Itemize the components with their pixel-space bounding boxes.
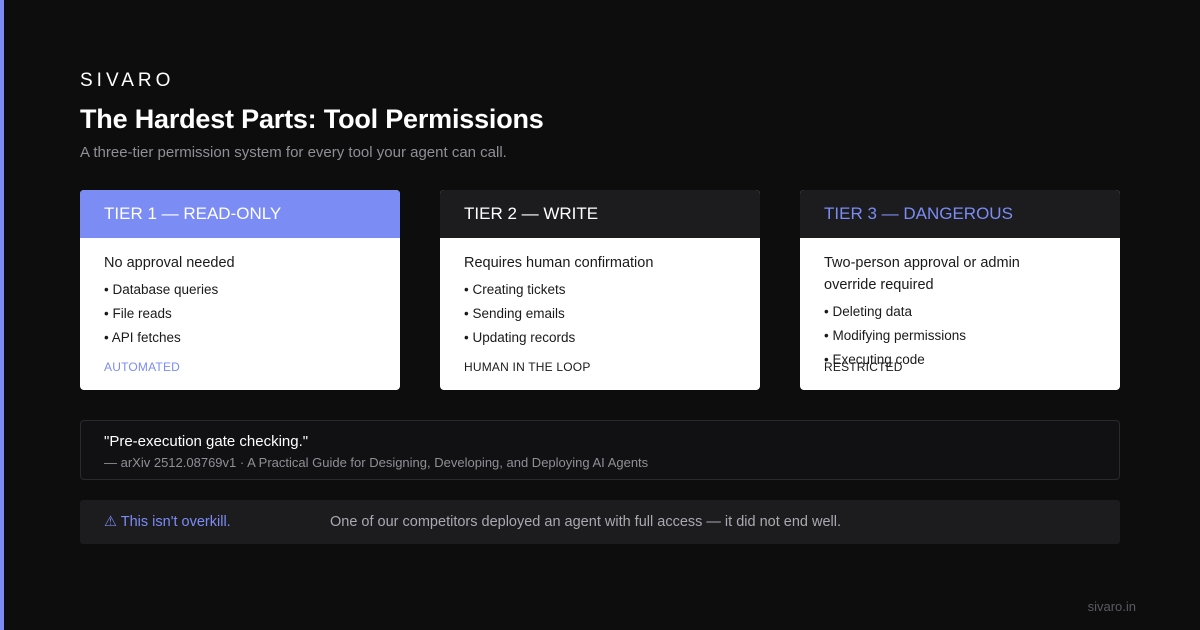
tier-1-requirement: No approval needed (104, 255, 235, 271)
warning-text: One of our competitors deployed an agent… (330, 514, 842, 530)
page-subtitle: A three-tier permission system for every… (80, 144, 507, 161)
footer-url: sivaro.in (1087, 599, 1136, 614)
tier-3-requirement: Two-person approval or admin override re… (824, 255, 1020, 293)
tier-1-heading: TIER 1 — READ-ONLY (80, 190, 400, 238)
tier-3-card: TIER 3 — DANGEROUS Two-person approval o… (800, 190, 1120, 390)
list-item: • Deleting data (824, 304, 913, 319)
list-item: • Database queries (104, 282, 219, 297)
list-item: • Creating tickets (464, 282, 566, 297)
tier-2-requirement: Requires human confirmation (464, 255, 654, 271)
list-item: • API fetches (104, 330, 181, 345)
list-item: • File reads (104, 306, 172, 321)
list-item: • Sending emails (464, 306, 565, 321)
quote-text: "Pre-execution gate checking." (104, 433, 309, 450)
tier-2-list: • Creating tickets • Sending emails • Up… (464, 278, 736, 350)
page-title: The Hardest Parts: Tool Permissions (80, 104, 544, 134)
list-item: • Updating records (464, 330, 576, 345)
brand-logo: SIVARO (80, 70, 175, 91)
quote-box: "Pre-execution gate checking." — arXiv 2… (80, 420, 1120, 480)
tier-3-heading: TIER 3 — DANGEROUS (800, 190, 1120, 238)
tier-2-card: TIER 2 — WRITE Requires human confirmati… (440, 190, 760, 390)
list-item: • Modifying permissions (824, 328, 967, 343)
accent-bar (0, 0, 4, 630)
tier-3-tag: RESTRICTED (824, 360, 903, 374)
tier-2-tag: HUMAN IN THE LOOP (464, 360, 591, 374)
warning-title: ⚠ This isn't overkill. (104, 514, 231, 530)
tier-1-list: • Database queries • File reads • API fe… (104, 278, 376, 350)
tier-1-tag: AUTOMATED (104, 360, 181, 374)
warning-callout: ⚠ This isn't overkill. One of our compet… (80, 500, 1120, 544)
quote-source: — arXiv 2512.08769v1 · A Practical Guide… (104, 455, 649, 470)
tier-2-heading: TIER 2 — WRITE (440, 190, 760, 238)
tier-1-card: TIER 1 — READ-ONLY No approval needed • … (80, 190, 400, 390)
